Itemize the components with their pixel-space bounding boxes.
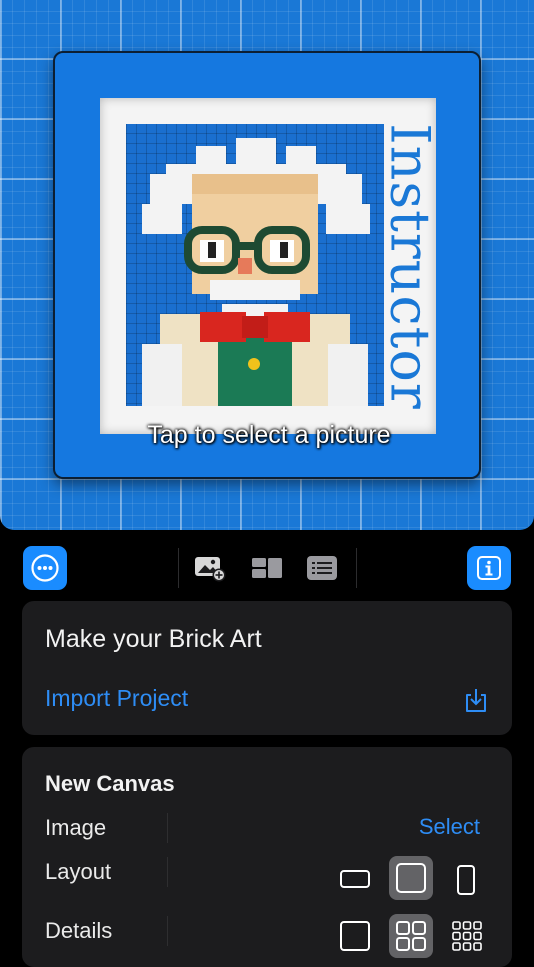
project-card: Make your Brick Art Import Project (22, 601, 512, 735)
toolbar (0, 540, 534, 596)
vertical-title-text: Instructor (378, 122, 442, 410)
info-button[interactable] (467, 546, 511, 590)
layout-landscape-option[interactable] (338, 867, 372, 891)
list-details-icon[interactable] (306, 554, 338, 582)
tap-to-select-caption[interactable]: Tap to select a picture (55, 421, 483, 450)
layout-square-option[interactable] (389, 856, 433, 900)
toolbar-divider (178, 548, 179, 588)
canvas-background: Instructor Tap to select a picture (0, 0, 534, 530)
more-button[interactable] (23, 546, 67, 590)
new-canvas-card: New Canvas Image Select Layout Details (22, 747, 512, 967)
info-icon (477, 556, 501, 580)
layout-row-label: Layout (45, 859, 112, 884)
project-card-title: Make your Brick Art (45, 625, 262, 653)
row-separator (167, 857, 168, 887)
details-high-option[interactable] (450, 919, 484, 953)
picture-preview[interactable]: Instructor Tap to select a picture (53, 51, 481, 479)
import-project-link[interactable]: Import Project (45, 685, 188, 712)
preview-mat: Instructor (100, 98, 442, 434)
details-medium-option[interactable] (389, 914, 433, 958)
row-separator (167, 813, 168, 843)
toolbar-divider (356, 548, 357, 588)
new-canvas-title: New Canvas (45, 771, 175, 796)
details-row-label: Details (45, 918, 113, 943)
grid-2x2-icon (396, 921, 426, 951)
layout-portrait-option[interactable] (454, 863, 478, 897)
ellipsis-circle-icon (31, 554, 59, 582)
add-photo-icon[interactable] (194, 554, 226, 582)
square-shape-icon (396, 863, 426, 893)
details-low-option[interactable] (338, 919, 372, 953)
brick-mosaic-image (126, 124, 384, 406)
bricks-layout-icon[interactable] (251, 554, 283, 582)
row-separator (167, 916, 168, 946)
image-row-label: Image (45, 815, 107, 840)
download-tray-icon[interactable] (464, 687, 488, 713)
select-image-link[interactable]: Select (419, 814, 480, 840)
vertical-title: Instructor (379, 98, 442, 434)
